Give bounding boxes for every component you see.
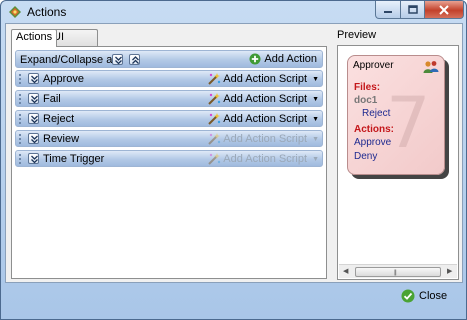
users-icon <box>423 61 439 73</box>
add-plus-icon <box>249 53 261 65</box>
action-name: Review <box>43 133 80 145</box>
chevron-double-down-icon <box>115 56 122 65</box>
drag-handle-icon[interactable] <box>18 93 22 104</box>
scroll-right-icon[interactable]: ▶ <box>447 267 452 275</box>
close-window-button[interactable] <box>424 1 464 19</box>
close-button[interactable]: Close <box>401 289 447 303</box>
add-action-script-label: Add Action Script <box>223 93 308 105</box>
expand-action-button[interactable] <box>28 93 39 104</box>
watermark-icon: 7 <box>386 82 431 164</box>
dialog-body: Actions UI Settings Expand/Collapse all:… <box>5 23 463 283</box>
action-name: Approve <box>43 73 84 85</box>
drag-handle-icon[interactable] <box>18 113 22 124</box>
add-action-script-label: Add Action Script <box>223 73 308 85</box>
add-action-button[interactable]: Add Action <box>249 53 317 65</box>
add-action-script-label: Add Action Script <box>223 133 308 145</box>
actions-label: Actions: <box>354 124 394 135</box>
action-name: Fail <box>43 93 61 105</box>
scrollbar-thumb[interactable]: ||| <box>355 267 441 277</box>
add-action-script-label: Add Action Script <box>223 113 308 125</box>
minimize-button[interactable] <box>375 1 401 19</box>
magic-wand-icon <box>208 73 221 85</box>
action-row[interactable]: Reject Add Action Script ▼ <box>15 110 323 127</box>
magic-wand-icon <box>208 113 221 125</box>
tab-actions-label: Actions <box>16 31 53 43</box>
close-icon <box>439 4 449 15</box>
title-bar[interactable]: Actions <box>1 1 466 23</box>
action-name: Reject <box>43 113 75 125</box>
expand-action-button[interactable] <box>28 113 39 124</box>
actions-panel: Expand/Collapse all: Add Action Approve … <box>11 46 327 279</box>
files-label: Files: <box>354 82 381 93</box>
magic-wand-icon <box>208 153 221 165</box>
add-action-label: Add Action <box>264 53 317 65</box>
add-action-script-button[interactable]: Add Action Script ▼ <box>207 112 319 126</box>
add-action-script-button-disabled: Add Action Script ▼ <box>207 132 319 146</box>
window-title: Actions <box>27 5 67 19</box>
expand-collapse-label: Expand/Collapse all: <box>20 54 121 66</box>
chevron-double-down-icon <box>31 95 38 104</box>
checkmark-icon <box>401 289 415 303</box>
card-action-item: Deny <box>354 151 378 162</box>
chevron-double-down-icon <box>31 75 38 84</box>
app-icon <box>9 6 21 18</box>
file-name: doc1 <box>354 95 378 106</box>
card-title: Approver <box>353 60 394 71</box>
magic-wand-icon <box>208 93 221 105</box>
card-action-item: Approve <box>354 137 392 148</box>
dropdown-arrow-icon: ▼ <box>312 75 319 83</box>
add-action-script-button[interactable]: Add Action Script ▼ <box>207 92 319 106</box>
collapse-all-button[interactable] <box>129 54 140 65</box>
drag-handle-icon[interactable] <box>18 73 22 84</box>
dropdown-arrow-icon: ▼ <box>312 155 319 163</box>
dropdown-arrow-icon: ▼ <box>312 135 319 143</box>
dropdown-arrow-icon: ▼ <box>312 115 319 123</box>
drag-handle-icon[interactable] <box>18 153 22 164</box>
add-action-script-label: Add Action Script <box>223 153 308 165</box>
expand-all-button[interactable] <box>112 54 123 65</box>
maximize-icon <box>407 5 418 14</box>
action-row[interactable]: Approve Add Action Script ▼ <box>15 70 323 87</box>
minimize-icon <box>384 10 392 13</box>
maximize-button[interactable] <box>400 1 425 19</box>
drag-handle-icon[interactable] <box>18 133 22 144</box>
chevron-double-down-icon <box>31 155 38 164</box>
chevron-double-down-icon <box>31 115 38 124</box>
preview-label: Preview <box>337 29 377 41</box>
action-row[interactable]: Review Add Action Script ▼ <box>15 130 323 147</box>
action-row[interactable]: Time Trigger Add Action Script ▼ <box>15 150 323 167</box>
expand-action-button[interactable] <box>28 73 39 84</box>
magic-wand-icon <box>208 133 221 145</box>
chevron-double-down-icon <box>31 135 38 144</box>
horizontal-scrollbar[interactable]: ◀ ||| ▶ <box>339 264 457 278</box>
dropdown-arrow-icon: ▼ <box>312 95 319 103</box>
preview-card: 7 Approver Files: doc1 Reject Actions: A… <box>347 55 445 175</box>
preview-pane[interactable]: 7 Approver Files: doc1 Reject Actions: A… <box>337 45 459 280</box>
scroll-left-icon[interactable]: ◀ <box>343 267 348 275</box>
expand-collapse-bar: Expand/Collapse all: Add Action <box>15 50 323 68</box>
file-action: Reject <box>362 108 391 119</box>
close-button-label: Close <box>419 290 448 302</box>
add-action-script-button-disabled: Add Action Script ▼ <box>207 152 319 166</box>
tab-actions[interactable]: Actions <box>11 29 58 47</box>
action-row[interactable]: Fail Add Action Script ▼ <box>15 90 323 107</box>
chevron-double-up-icon <box>132 56 139 64</box>
grip-icon: ||| <box>394 270 397 276</box>
action-name: Time Trigger <box>43 153 105 165</box>
add-action-script-button[interactable]: Add Action Script ▼ <box>207 72 319 86</box>
expand-action-button[interactable] <box>28 133 39 144</box>
expand-action-button[interactable] <box>28 153 39 164</box>
actions-window: Actions Actions UI Settings Expand/Colla… <box>0 0 467 320</box>
